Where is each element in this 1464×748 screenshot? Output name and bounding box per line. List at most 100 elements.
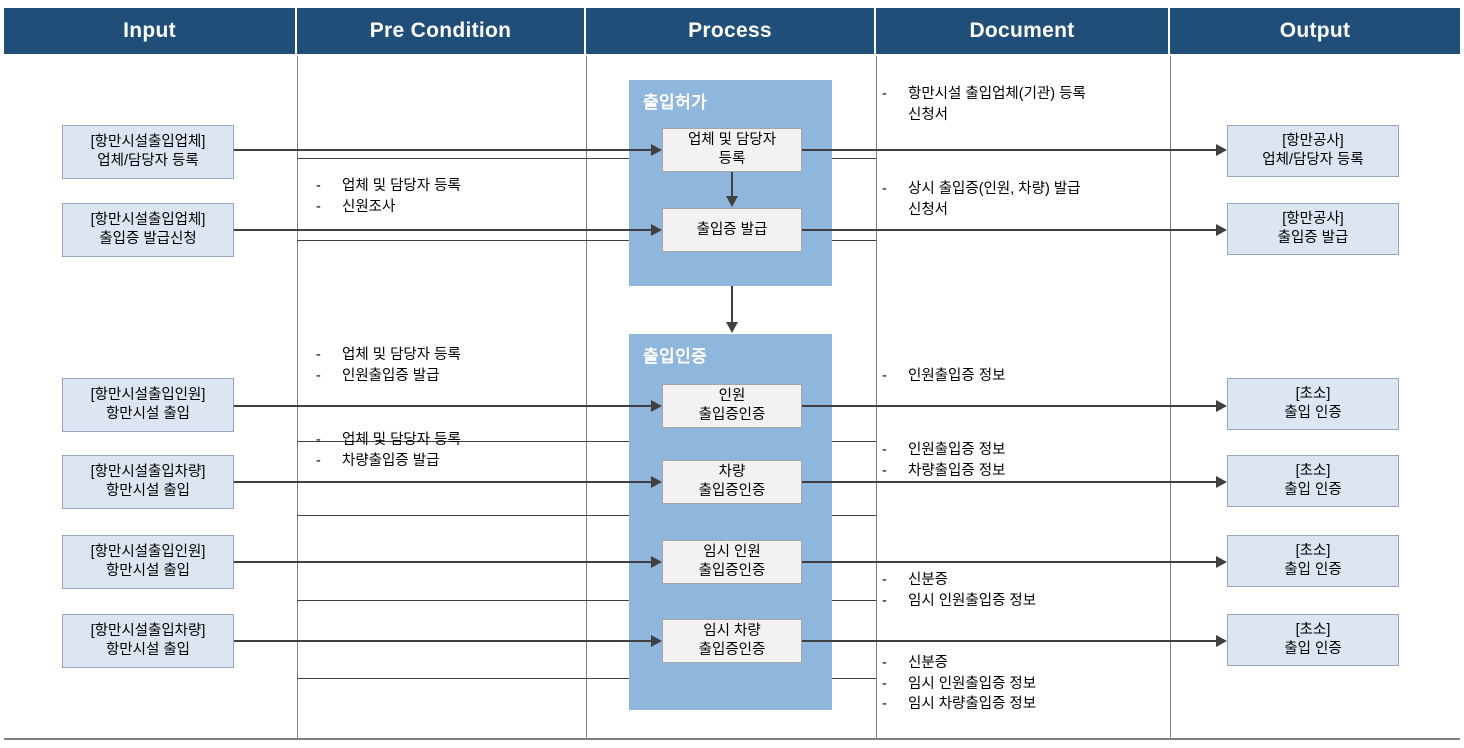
output-box-6[interactable]: [초소] 출입 인증 bbox=[1227, 614, 1399, 666]
process-box-6[interactable]: 임시 차량 출입증인증 bbox=[662, 619, 802, 663]
process-box-5-label: 임시 인원 출입증인증 bbox=[698, 544, 766, 579]
document-block-6-row-3: - 임시 차량출입증 정보 bbox=[882, 694, 1168, 715]
document-block-1: - 항만시설 출입업체(기관) 등록 신청서 bbox=[882, 84, 1168, 125]
output-box-2[interactable]: [항만공사] 출입증 발급 bbox=[1227, 203, 1399, 255]
bullet-dash-icon: - bbox=[882, 181, 887, 197]
document-block-3-line-1: 인원출입증 정보 bbox=[908, 368, 1006, 384]
header-output-label: Output bbox=[1279, 19, 1351, 42]
input-box-5-label: [항만시설출입인원] 항만시설 출입 bbox=[90, 543, 206, 579]
bullet-dash-icon: - bbox=[882, 368, 887, 384]
connector-p3-to-out3 bbox=[802, 405, 1216, 407]
process-box-4-label: 차량 출입증인증 bbox=[698, 464, 766, 499]
input-box-1[interactable]: [항만시설출입업체] 업체/담당자 등록 bbox=[62, 125, 234, 179]
document-block-5-row-1: - 신분증 bbox=[882, 570, 1168, 591]
input-box-3[interactable]: [항만시설출입인원] 항만시설 출입 bbox=[62, 378, 234, 432]
bullet-dash-icon: - bbox=[882, 86, 887, 102]
connector-in5-to-p5 bbox=[234, 561, 651, 563]
header-process-label: Process bbox=[688, 19, 772, 42]
process-group-1-title: 출입허가 bbox=[643, 93, 708, 112]
document-block-1-line-1: 항만시설 출입업체(기관) 등록 신청서 bbox=[908, 86, 1086, 123]
process-box-3-label: 인원 출입증인증 bbox=[698, 388, 766, 423]
document-block-5: - 신분증 - 임시 인원출입증 정보 bbox=[882, 570, 1168, 611]
pre-condition-block-1: - 업체 및 담당자 등록 - 신원조사 bbox=[316, 176, 576, 217]
document-block-3-row-1: - 인원출입증 정보 bbox=[882, 366, 1168, 387]
bullet-dash-icon: - bbox=[316, 367, 321, 384]
output-box-3-label: [초소] 출입 인증 bbox=[1284, 385, 1342, 421]
process-box-4[interactable]: 차량 출입증인증 bbox=[662, 460, 802, 504]
input-box-2-label: [항만시설출입업체] 출입증 발급신청 bbox=[90, 211, 206, 247]
header-document: Document bbox=[876, 8, 1170, 54]
flow-diagram-canvas: Input Pre Condition Process Document Out… bbox=[0, 0, 1464, 748]
arrow-right-icon bbox=[1216, 556, 1227, 568]
arrow-right-icon bbox=[651, 635, 662, 647]
output-box-1-label: [항만공사] 업체/담당자 등록 bbox=[1262, 132, 1364, 168]
arrow-right-icon bbox=[1216, 144, 1227, 156]
input-box-1-label: [항만시설출입업체] 업체/담당자 등록 bbox=[90, 133, 206, 169]
document-block-6-row-1: - 신분증 bbox=[882, 653, 1168, 674]
column-divider-4 bbox=[1170, 56, 1171, 740]
connector-in2-to-p2 bbox=[234, 229, 651, 231]
document-block-6-line-2: 임시 인원출입증 정보 bbox=[908, 675, 1037, 692]
arrow-right-icon bbox=[1216, 224, 1227, 236]
input-box-6[interactable]: [항만시설출입차량] 항만시설 출입 bbox=[62, 614, 234, 668]
input-box-5[interactable]: [항만시설출입인원] 항만시설 출입 bbox=[62, 535, 234, 589]
connector-p6-to-out6 bbox=[802, 640, 1216, 642]
input-box-4[interactable]: [항만시설출입차량] 항만시설 출입 bbox=[62, 455, 234, 509]
document-block-4: - 인원출입증 정보 - 차량출입증 정보 bbox=[882, 440, 1168, 481]
bullet-dash-icon: - bbox=[882, 572, 887, 588]
document-block-6-line-3: 임시 차량출입증 정보 bbox=[908, 696, 1037, 713]
bullet-dash-icon: - bbox=[882, 696, 887, 713]
arrow-right-icon bbox=[651, 556, 662, 568]
connector-group1-to-group2 bbox=[731, 286, 733, 324]
process-box-5[interactable]: 임시 인원 출입증인증 bbox=[662, 540, 802, 584]
pre-condition-block-3: - 업체 및 담당자 등록 - 차량출입증 발급 bbox=[316, 430, 576, 471]
bullet-dash-icon: - bbox=[316, 432, 321, 448]
process-box-3[interactable]: 인원 출입증인증 bbox=[662, 384, 802, 428]
output-box-5-label: [초소] 출입 인증 bbox=[1284, 542, 1342, 578]
diagram-bottom-border bbox=[4, 738, 1460, 740]
document-block-2: - 상시 출입증(인원, 차량) 발급 신청서 bbox=[882, 179, 1168, 220]
process-box-1-label: 업체 및 담당자 등록 bbox=[687, 132, 777, 167]
process-group-2-title: 출입인증 bbox=[643, 347, 708, 366]
document-block-4-line-2: 차량출입증 정보 bbox=[908, 462, 1006, 479]
connector-p1-to-p2 bbox=[731, 172, 733, 198]
bullet-dash-icon: - bbox=[882, 462, 887, 479]
connector-in6-to-p6 bbox=[234, 640, 651, 642]
connector-p2-to-out2 bbox=[802, 229, 1216, 231]
bullet-dash-icon: - bbox=[882, 655, 887, 671]
header-input: Input bbox=[4, 8, 297, 54]
output-box-6-label: [초소] 출입 인증 bbox=[1284, 621, 1342, 657]
connector-p4-to-out4 bbox=[802, 481, 1216, 483]
pre-condition-block-3-line-1: 업체 및 담당자 등록 bbox=[342, 432, 461, 448]
document-block-6-line-1: 신분증 bbox=[908, 655, 949, 671]
output-box-5[interactable]: [초소] 출입 인증 bbox=[1227, 535, 1399, 587]
header-input-label: Input bbox=[123, 19, 176, 42]
pre-condition-block-2-row-1: - 업체 및 담당자 등록 bbox=[316, 345, 576, 366]
pre-condition-block-2-row-2: - 인원출입증 발급 bbox=[316, 366, 576, 387]
bullet-dash-icon: - bbox=[316, 347, 321, 363]
pre-condition-block-2-line-1: 업체 및 담당자 등록 bbox=[342, 347, 461, 363]
input-box-2[interactable]: [항만시설출입업체] 출입증 발급신청 bbox=[62, 203, 234, 257]
process-box-2[interactable]: 출입증 발급 bbox=[662, 208, 802, 252]
output-box-4-label: [초소] 출입 인증 bbox=[1284, 462, 1342, 498]
pre-condition-block-1-line-1: 업체 및 담당자 등록 bbox=[342, 178, 461, 194]
output-box-3[interactable]: [초소] 출입 인증 bbox=[1227, 378, 1399, 430]
connector-in4-to-p4 bbox=[234, 481, 651, 483]
pre-condition-block-1-row-2: - 신원조사 bbox=[316, 197, 576, 218]
arrow-down-icon bbox=[726, 196, 738, 207]
arrow-right-icon bbox=[651, 400, 662, 412]
bullet-dash-icon: - bbox=[882, 592, 887, 609]
output-box-4[interactable]: [초소] 출입 인증 bbox=[1227, 455, 1399, 507]
process-box-6-label: 임시 차량 출입증인증 bbox=[698, 623, 766, 658]
document-block-4-line-1: 인원출입증 정보 bbox=[908, 442, 1006, 458]
arrow-right-icon bbox=[651, 476, 662, 488]
column-header-band: Input Pre Condition Process Document Out… bbox=[4, 8, 1460, 54]
arrow-down-icon bbox=[726, 322, 738, 333]
pre-condition-block-3-row-1: - 업체 및 담당자 등록 bbox=[316, 430, 576, 451]
input-box-3-label: [항만시설출입인원] 항만시설 출입 bbox=[90, 386, 206, 422]
arrow-right-icon bbox=[651, 144, 662, 156]
output-box-1[interactable]: [항만공사] 업체/담당자 등록 bbox=[1227, 125, 1399, 177]
process-box-2-label: 출입증 발급 bbox=[696, 221, 768, 238]
header-process: Process bbox=[586, 8, 876, 54]
process-box-1[interactable]: 업체 및 담당자 등록 bbox=[662, 128, 802, 172]
